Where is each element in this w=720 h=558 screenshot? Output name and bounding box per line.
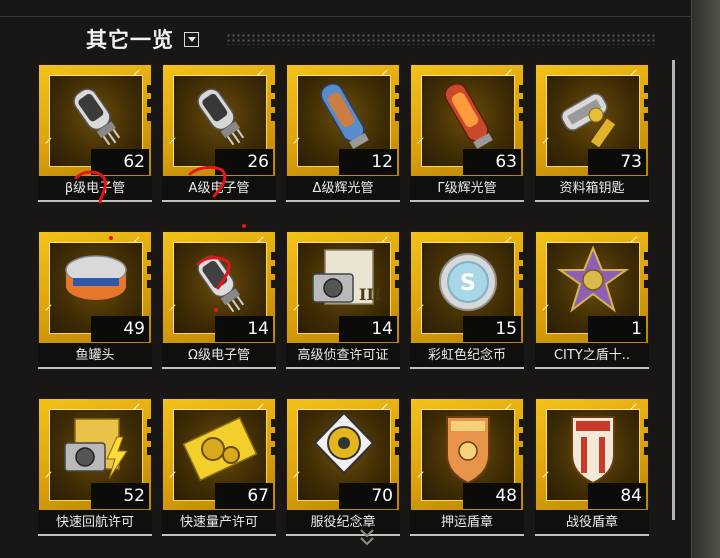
item-count: 14 (339, 316, 397, 342)
item-count: 26 (215, 149, 273, 175)
item-count: 14 (215, 316, 273, 342)
item-grid: 62 β级电子管 26 A级电子管 12 Δ级辉光管 63 Γ级辉光管 73 资… (0, 0, 672, 558)
background-edge (688, 0, 720, 558)
glow-tube-orange-icon (444, 82, 493, 149)
card-frame: III 14 (286, 231, 401, 345)
key-tag-icon (561, 93, 616, 148)
svg-text:S: S (460, 271, 476, 296)
item-count: 73 (588, 149, 646, 175)
card-frame: 84 (535, 398, 650, 512)
item-card[interactable]: 67 快速量产许可 (162, 398, 277, 538)
card-frame: 1 (535, 231, 650, 345)
item-label: CITY之盾十.. (535, 343, 649, 369)
item-count: 62 (91, 149, 149, 175)
item-label: 鱼罐头 (38, 343, 152, 369)
item-card[interactable]: 48 押运盾章 (410, 398, 525, 538)
item-count: 84 (588, 483, 646, 509)
item-count: 49 (91, 316, 149, 342)
svg-text:III: III (359, 285, 381, 304)
rainbow-coin-icon: S (439, 253, 497, 311)
item-label: 服役纪念章 (286, 510, 400, 536)
fish-can-icon (65, 255, 127, 300)
item-card[interactable]: 49 鱼罐头 (38, 231, 153, 371)
item-count: 12 (339, 149, 397, 175)
item-label: Γ级辉光管 (410, 176, 524, 202)
card-frame: 12 (286, 64, 401, 178)
item-card[interactable]: 62 β级电子管 (38, 64, 153, 204)
shield-badge-icon (446, 416, 490, 485)
item-card[interactable]: 70 服役纪念章 (286, 398, 401, 538)
item-label: A级电子管 (162, 176, 276, 202)
card-frame: 48 (410, 398, 525, 512)
camera-ticket-icon: III (312, 249, 381, 305)
card-frame: 14 (162, 231, 277, 345)
item-label: Ω级电子管 (162, 343, 276, 369)
item-label: 战役盾章 (535, 510, 649, 536)
item-card[interactable]: 26 A级电子管 (162, 64, 277, 204)
glow-tube-blue-icon (320, 82, 369, 149)
item-label: 快速回航许可 (38, 510, 152, 536)
card-frame: 73 (535, 64, 650, 178)
item-count: 15 (463, 316, 521, 342)
item-count: 63 (463, 149, 521, 175)
scroll-down-indicator-icon (360, 529, 374, 546)
gear-ticket-icon (182, 416, 258, 482)
item-label: Δ级辉光管 (286, 176, 400, 202)
item-card[interactable]: III 14 高级侦查许可证 (286, 231, 401, 371)
card-frame: 63 (410, 64, 525, 178)
shield-badge-icon (571, 416, 615, 485)
item-label: 彩虹色纪念币 (410, 343, 524, 369)
vacuum-tube-icon (73, 88, 121, 146)
item-card[interactable]: 14 Ω级电子管 (162, 231, 277, 371)
item-card[interactable]: 12 Δ级辉光管 (286, 64, 401, 204)
item-card[interactable]: S 15 彩虹色纪念币 (410, 231, 525, 371)
scrollbar-thumb[interactable] (672, 60, 675, 520)
item-card[interactable]: 84 战役盾章 (535, 398, 650, 538)
item-card[interactable]: 73 资料箱钥匙 (535, 64, 650, 204)
item-count: 52 (91, 483, 149, 509)
item-count: 1 (588, 316, 646, 342)
gear-badge-icon (313, 411, 375, 475)
item-count: 70 (339, 483, 397, 509)
item-count: 67 (215, 483, 273, 509)
cross-medal-icon (556, 245, 630, 313)
item-label: 资料箱钥匙 (535, 176, 649, 202)
item-label: 押运盾章 (410, 510, 524, 536)
item-card[interactable]: 52 快速回航许可 (38, 398, 153, 538)
item-label: β级电子管 (38, 176, 152, 202)
card-frame: 70 (286, 398, 401, 512)
vacuum-tube-icon (197, 255, 245, 313)
scrollbar[interactable] (672, 60, 675, 520)
card-frame: 49 (38, 231, 153, 345)
item-label: 高级侦查许可证 (286, 343, 400, 369)
item-label: 快速量产许可 (162, 510, 276, 536)
inventory-panel: 其它一览 62 β级电子管 26 A级电子管 12 Δ级辉光管 63 Γ级辉光管… (0, 0, 692, 558)
card-frame: 67 (162, 398, 277, 512)
lightning-camera-icon (64, 418, 128, 480)
card-frame: 52 (38, 398, 153, 512)
card-frame: 62 (38, 64, 153, 178)
vacuum-tube-icon (197, 88, 245, 146)
card-frame: S 15 (410, 231, 525, 345)
item-card[interactable]: 63 Γ级辉光管 (410, 64, 525, 204)
card-frame: 26 (162, 64, 277, 178)
item-count: 48 (463, 483, 521, 509)
item-card[interactable]: 1 CITY之盾十.. (535, 231, 650, 371)
